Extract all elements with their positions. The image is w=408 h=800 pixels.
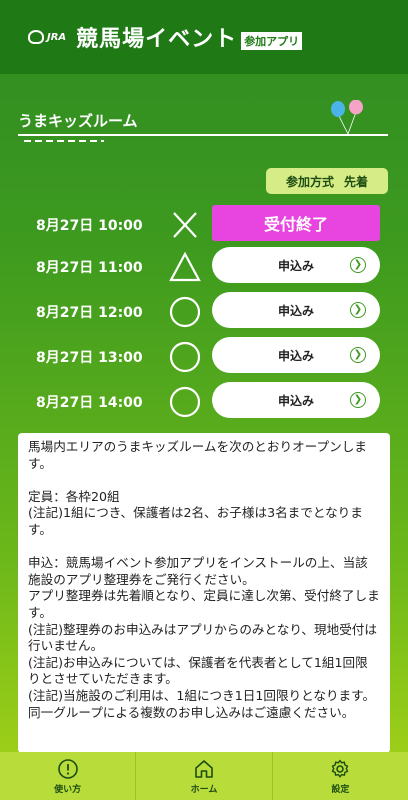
slot-row: 8月27日 10:00 受付終了 bbox=[0, 205, 408, 243]
triangle-icon bbox=[169, 251, 201, 282]
slot-time: 8月27日 14:00 bbox=[36, 395, 143, 411]
jra-logo-icon bbox=[28, 30, 44, 44]
closed-button-label: 受付終了 bbox=[263, 215, 328, 234]
chevron-right-icon: ❯ bbox=[350, 392, 366, 408]
slot-time: 8月27日 13:00 bbox=[36, 350, 143, 366]
entry-method-label: 参加方式 bbox=[285, 174, 334, 189]
slot-time: 8月27日 10:00 bbox=[36, 218, 143, 234]
apply-button-label: 申込み bbox=[277, 348, 314, 363]
chevron-right-icon: ❯ bbox=[350, 257, 366, 273]
tab-home[interactable]: ホーム bbox=[136, 752, 273, 800]
app-header: JRA 競馬場イベント 参加アプリ bbox=[0, 0, 408, 74]
chevron-right-icon: ❯ bbox=[350, 347, 366, 363]
apply-button[interactable]: 申込み ❯ bbox=[212, 337, 380, 373]
info-icon bbox=[57, 758, 78, 779]
app-badge: 参加アプリ bbox=[241, 32, 303, 50]
title-dash-decoration bbox=[24, 140, 104, 142]
slot-row: 8月27日 11:00 申込み ❯ bbox=[0, 247, 408, 285]
slot-row: 8月27日 13:00 申込み ❯ bbox=[0, 337, 408, 375]
tab-how-to-use[interactable]: 使い方 bbox=[0, 752, 137, 800]
circle-icon bbox=[169, 341, 201, 373]
chevron-right-icon: ❯ bbox=[350, 302, 366, 318]
balloons-icon bbox=[331, 100, 363, 135]
slot-row: 8月27日 12:00 申込み ❯ bbox=[0, 292, 408, 330]
circle-icon bbox=[169, 296, 201, 328]
tab-settings[interactable]: 設定 bbox=[273, 752, 408, 800]
cross-icon bbox=[173, 212, 197, 238]
tab-label: 設定 bbox=[331, 784, 350, 795]
apply-button[interactable]: 申込み ❯ bbox=[212, 382, 380, 418]
apply-button[interactable]: 申込み ❯ bbox=[212, 292, 380, 328]
gear-icon bbox=[332, 759, 349, 778]
bottom-tab-bar: 使い方 ホーム 設定 bbox=[0, 752, 408, 800]
jra-logo-text: JRA bbox=[47, 31, 67, 43]
page-title: うまキッズルーム bbox=[18, 112, 138, 130]
info-panel[interactable]: 馬場内エリアのうまキッズルームを次のとおりオープンします。 定員：各枠20組 (… bbox=[18, 433, 390, 753]
home-icon bbox=[195, 759, 213, 778]
apply-button-label: 申込み bbox=[277, 393, 314, 408]
entry-method-value: 先着 bbox=[344, 174, 369, 189]
apply-button-label: 申込み bbox=[277, 303, 314, 318]
slot-time: 8月27日 12:00 bbox=[36, 305, 143, 321]
apply-button[interactable]: 申込み ❯ bbox=[212, 247, 380, 283]
slot-row: 8月27日 14:00 申込み ❯ bbox=[0, 382, 408, 420]
apply-button-label: 申込み bbox=[277, 258, 314, 273]
entry-method-pill: 参加方式 先着 bbox=[266, 168, 388, 194]
circle-icon bbox=[169, 386, 201, 418]
app-title: 競馬場イベント bbox=[76, 27, 238, 52]
tab-label: ホーム bbox=[190, 784, 218, 795]
slot-time: 8月27日 11:00 bbox=[36, 260, 143, 276]
closed-button: 受付終了 bbox=[212, 205, 380, 241]
jra-logo: JRA bbox=[28, 30, 66, 44]
info-text: 馬場内エリアのうまキッズルームを次のとおりオープンします。 定員：各枠20組 (… bbox=[28, 439, 380, 720]
tab-label: 使い方 bbox=[54, 784, 82, 795]
